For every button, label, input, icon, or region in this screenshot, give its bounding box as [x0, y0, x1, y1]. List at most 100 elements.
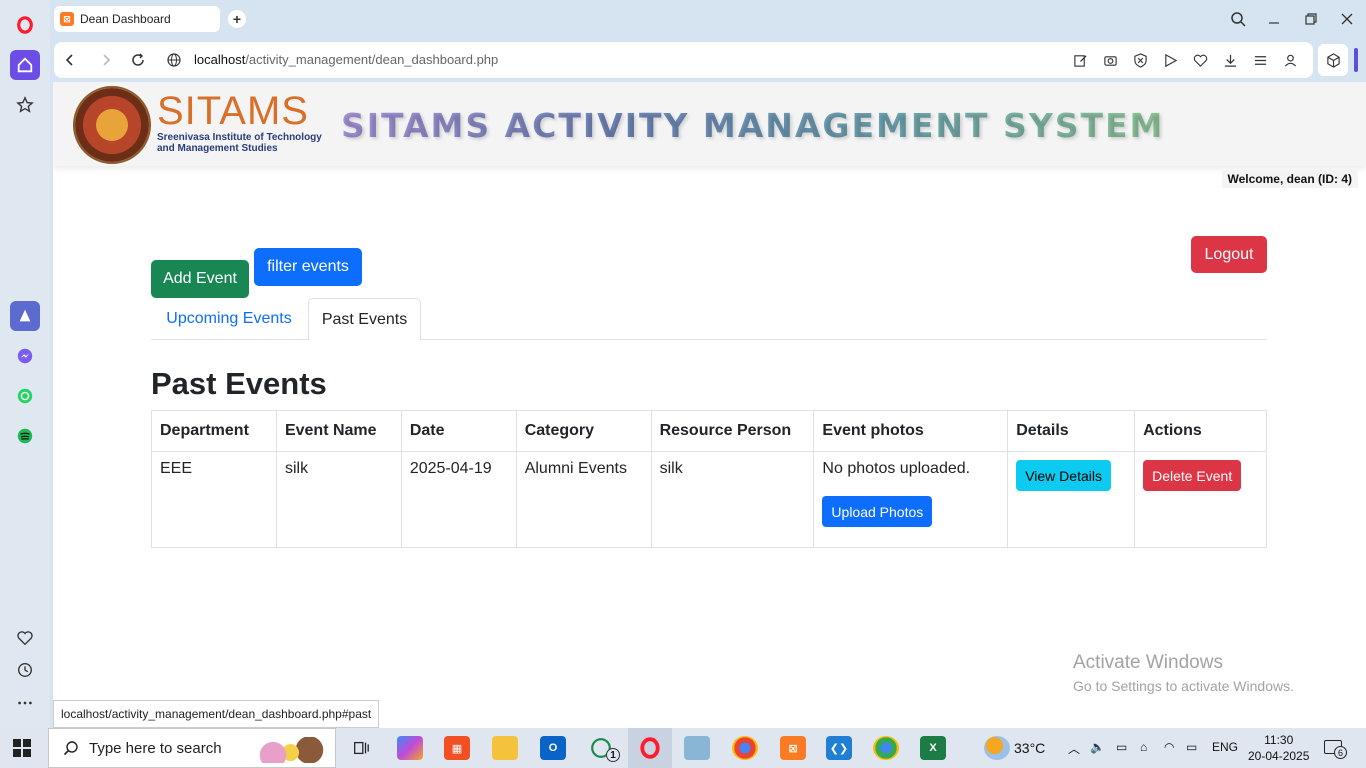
cell-date: 2025-04-19: [400, 451, 517, 548]
outlook-icon[interactable]: O: [540, 736, 566, 760]
favorite-heart-icon[interactable]: [1191, 51, 1209, 69]
column-header: Actions: [1134, 410, 1267, 452]
excel-icon[interactable]: X: [920, 736, 946, 760]
table-row: EEE silk 2025-04-19 Alumni Events silk N…: [151, 451, 1267, 548]
weather-sun-icon[interactable]: [984, 736, 1010, 760]
restore-icon[interactable]: [1299, 8, 1323, 30]
minimize-icon[interactable]: [1262, 8, 1286, 30]
column-header: Department: [151, 410, 277, 452]
speaker-icon[interactable]: 🔈: [1090, 740, 1105, 754]
site-header: SITAMS Sreenivasa Institute of Technolog…: [53, 82, 1366, 166]
notification-count: 6: [1334, 746, 1347, 759]
forward-arrow-icon[interactable]: [96, 50, 116, 70]
brand-subtitle-1: Sreenivasa Institute of Technology: [157, 132, 322, 143]
logout-button[interactable]: Logout: [1191, 236, 1267, 273]
close-icon[interactable]: [1335, 8, 1359, 30]
opera-taskbar-icon[interactable]: [637, 736, 663, 760]
adblock-shield-icon[interactable]: [1131, 51, 1149, 69]
meet-now-icon[interactable]: ▭: [1116, 740, 1127, 754]
view-details-button[interactable]: View Details: [1016, 460, 1111, 491]
globe-icon[interactable]: [164, 50, 184, 70]
url-field[interactable]: localhost/activity_management/dean_dashb…: [194, 52, 498, 67]
aria-ai-icon[interactable]: [10, 301, 40, 331]
reload-icon[interactable]: [128, 50, 148, 70]
edit-page-icon[interactable]: [1071, 51, 1089, 69]
clock-time: 11:30: [1264, 733, 1294, 747]
easter-eggs-icon: [259, 737, 329, 763]
upload-photos-button[interactable]: Upload Photos: [822, 496, 933, 527]
filter-events-button[interactable]: filter events: [254, 248, 362, 286]
college-seal-logo: [73, 86, 151, 164]
page-content: SITAMS Sreenivasa Institute of Technolog…: [53, 82, 1366, 728]
camera-snapshot-icon[interactable]: [1101, 51, 1119, 69]
opera-logo-icon[interactable]: [10, 10, 40, 40]
sidebar-scroll-indicator: [1354, 48, 1358, 72]
messenger-icon[interactable]: [10, 341, 40, 371]
tab-upcoming-events[interactable]: Upcoming Events: [151, 298, 307, 340]
copilot-icon[interactable]: [397, 736, 423, 760]
extensions-cube-icon[interactable]: [1318, 44, 1348, 76]
windows-start-icon[interactable]: [12, 738, 32, 758]
bookmarks-star-icon[interactable]: [10, 90, 40, 120]
whatsapp-taskbar-icon[interactable]: 1: [588, 736, 620, 762]
easy-setup-menu-icon[interactable]: [1251, 51, 1269, 69]
column-header: Category: [515, 410, 652, 452]
cell-event-name: silk: [275, 451, 402, 548]
table-header-row: Department Event Name Date Category Reso…: [151, 410, 1267, 452]
file-explorer-icon[interactable]: [492, 736, 518, 760]
notepad-icon[interactable]: [684, 736, 710, 760]
download-icon[interactable]: [1221, 51, 1239, 69]
more-options-icon[interactable]: [10, 688, 40, 718]
battery-icon[interactable]: ▭: [1186, 740, 1197, 754]
profile-icon[interactable]: [1281, 51, 1299, 69]
browser-tab-dean-dashboard[interactable]: ⊠ Dean Dashboard: [54, 6, 220, 32]
home-icon[interactable]: [10, 50, 40, 80]
wifi-icon[interactable]: ◠: [1164, 740, 1174, 754]
notification-center-icon[interactable]: 6: [1324, 740, 1347, 759]
column-header: Event photos: [813, 410, 1009, 452]
watermark-line-2: Go to Settings to activate Windows.: [1073, 678, 1294, 694]
url-path: /activity_management/dean_dashboard.php: [245, 52, 499, 67]
microsoft-store-icon[interactable]: ▦: [444, 736, 470, 760]
whatsapp-icon[interactable]: [10, 381, 40, 411]
activate-windows-watermark: Activate Windows Go to Settings to activ…: [1073, 652, 1294, 694]
column-header: Event Name: [275, 410, 402, 452]
new-tab-plus-icon[interactable]: +: [228, 10, 246, 28]
taskbar-search-input[interactable]: Type here to search: [48, 728, 336, 768]
tab-past-events[interactable]: Past Events: [308, 298, 421, 341]
xampp-taskbar-icon[interactable]: ⊠: [780, 736, 806, 760]
tab-strip: ⊠ Dean Dashboard +: [50, 0, 1366, 40]
photos-status: No photos uploaded.: [822, 460, 971, 477]
page-title: Past Events: [151, 366, 327, 401]
past-events-table: Department Event Name Date Category Reso…: [151, 410, 1267, 548]
tab-title: Dean Dashboard: [80, 12, 171, 26]
search-icon: [63, 741, 78, 756]
network-icon[interactable]: ⌂: [1140, 740, 1147, 754]
url-host: localhost: [194, 52, 246, 67]
delete-event-button[interactable]: Delete Event: [1143, 460, 1242, 491]
back-arrow-icon[interactable]: [60, 50, 80, 70]
welcome-message: Welcome, dean (ID: 4): [1221, 170, 1358, 188]
flow-send-icon[interactable]: [1161, 51, 1179, 69]
system-clock[interactable]: 11:30 20-04-2025: [1248, 732, 1309, 764]
show-hidden-icons-chevron-icon[interactable]: ︿: [1068, 740, 1080, 757]
events-tabs: Upcoming Events Past Events: [151, 298, 1267, 341]
column-header: Details: [1007, 410, 1136, 452]
task-view-icon[interactable]: [348, 736, 374, 760]
xampp-icon: ⊠: [60, 12, 74, 26]
vscode-icon[interactable]: ❮❯: [826, 736, 852, 760]
chrome-icon[interactable]: [732, 736, 758, 760]
history-clock-icon[interactable]: [10, 655, 40, 685]
address-bar: localhost/activity_management/dean_dashb…: [54, 42, 1313, 78]
link-status-bar: localhost/activity_management/dean_dashb…: [53, 700, 380, 728]
language-indicator[interactable]: ENG: [1212, 740, 1238, 754]
search-icon[interactable]: [1226, 8, 1250, 30]
add-event-button[interactable]: Add Event: [151, 260, 249, 298]
brand-name: SITAMS: [157, 89, 309, 133]
opera-sidebar: [0, 0, 50, 728]
brand-subtitle-2: and Management Studies: [157, 143, 278, 154]
weather-temp: 33°C: [1014, 740, 1046, 756]
spotify-icon[interactable]: [10, 421, 40, 451]
chrome-profile-icon[interactable]: [873, 736, 899, 760]
heart-icon[interactable]: [10, 623, 40, 653]
